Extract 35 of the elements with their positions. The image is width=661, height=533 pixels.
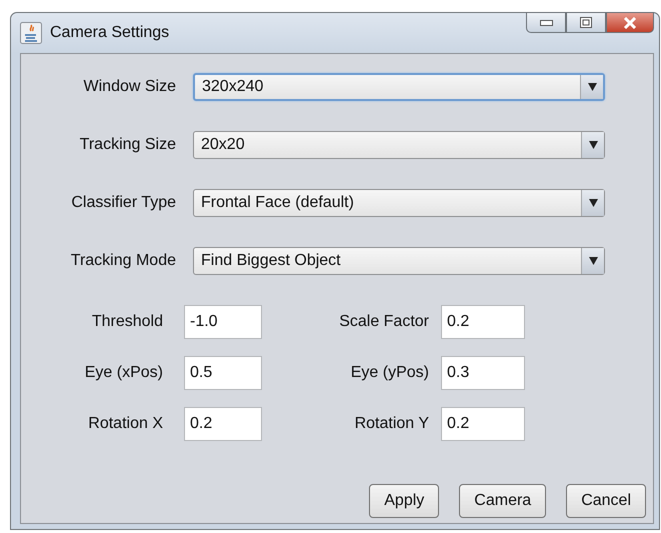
maximize-button[interactable] bbox=[566, 12, 606, 33]
input-field[interactable]: -1.0 bbox=[184, 305, 262, 339]
field-label: Classifier Type bbox=[70, 194, 176, 212]
field-label: Eye (yPos) bbox=[350, 364, 429, 382]
close-button[interactable] bbox=[606, 12, 654, 33]
window-title: Camera Settings bbox=[50, 24, 170, 42]
caret-down-icon bbox=[588, 141, 598, 149]
dialog-button[interactable]: Apply bbox=[369, 484, 440, 518]
input-field[interactable]: 0.3 bbox=[441, 356, 525, 390]
caret-down-icon bbox=[588, 83, 596, 91]
app-icon bbox=[20, 22, 42, 44]
caret-down-icon bbox=[588, 257, 598, 265]
maximize-icon bbox=[580, 17, 592, 28]
dialog-button[interactable]: Cancel bbox=[566, 484, 646, 518]
field-label: Rotation Y bbox=[354, 415, 429, 433]
field-label: Tracking Size bbox=[78, 136, 176, 154]
caret-down-icon bbox=[588, 199, 598, 207]
close-icon bbox=[623, 16, 637, 28]
input-field[interactable]: 0.5 bbox=[184, 356, 262, 390]
minimize-button[interactable] bbox=[526, 12, 566, 33]
field-label: Tracking Mode bbox=[70, 252, 176, 270]
field-label: Threshold bbox=[90, 313, 163, 331]
dropdown[interactable]: Frontal Face (default) bbox=[193, 189, 605, 217]
input-field[interactable]: 0.2 bbox=[441, 407, 525, 441]
field-label: Rotation X bbox=[87, 415, 163, 433]
input-field[interactable]: 0.2 bbox=[441, 305, 525, 339]
dropdown[interactable]: Find Biggest Object bbox=[193, 247, 605, 275]
dropdown[interactable]: 20x20 bbox=[193, 131, 605, 159]
field-label: Scale Factor bbox=[338, 313, 429, 331]
input-field[interactable]: 0.2 bbox=[184, 407, 262, 441]
dropdown[interactable]: 320x240 bbox=[193, 73, 605, 101]
dialog-button[interactable]: Camera bbox=[459, 484, 546, 518]
minimize-icon bbox=[540, 20, 552, 26]
field-label: Window Size bbox=[82, 78, 176, 96]
field-label: Eye (xPos) bbox=[84, 364, 163, 382]
